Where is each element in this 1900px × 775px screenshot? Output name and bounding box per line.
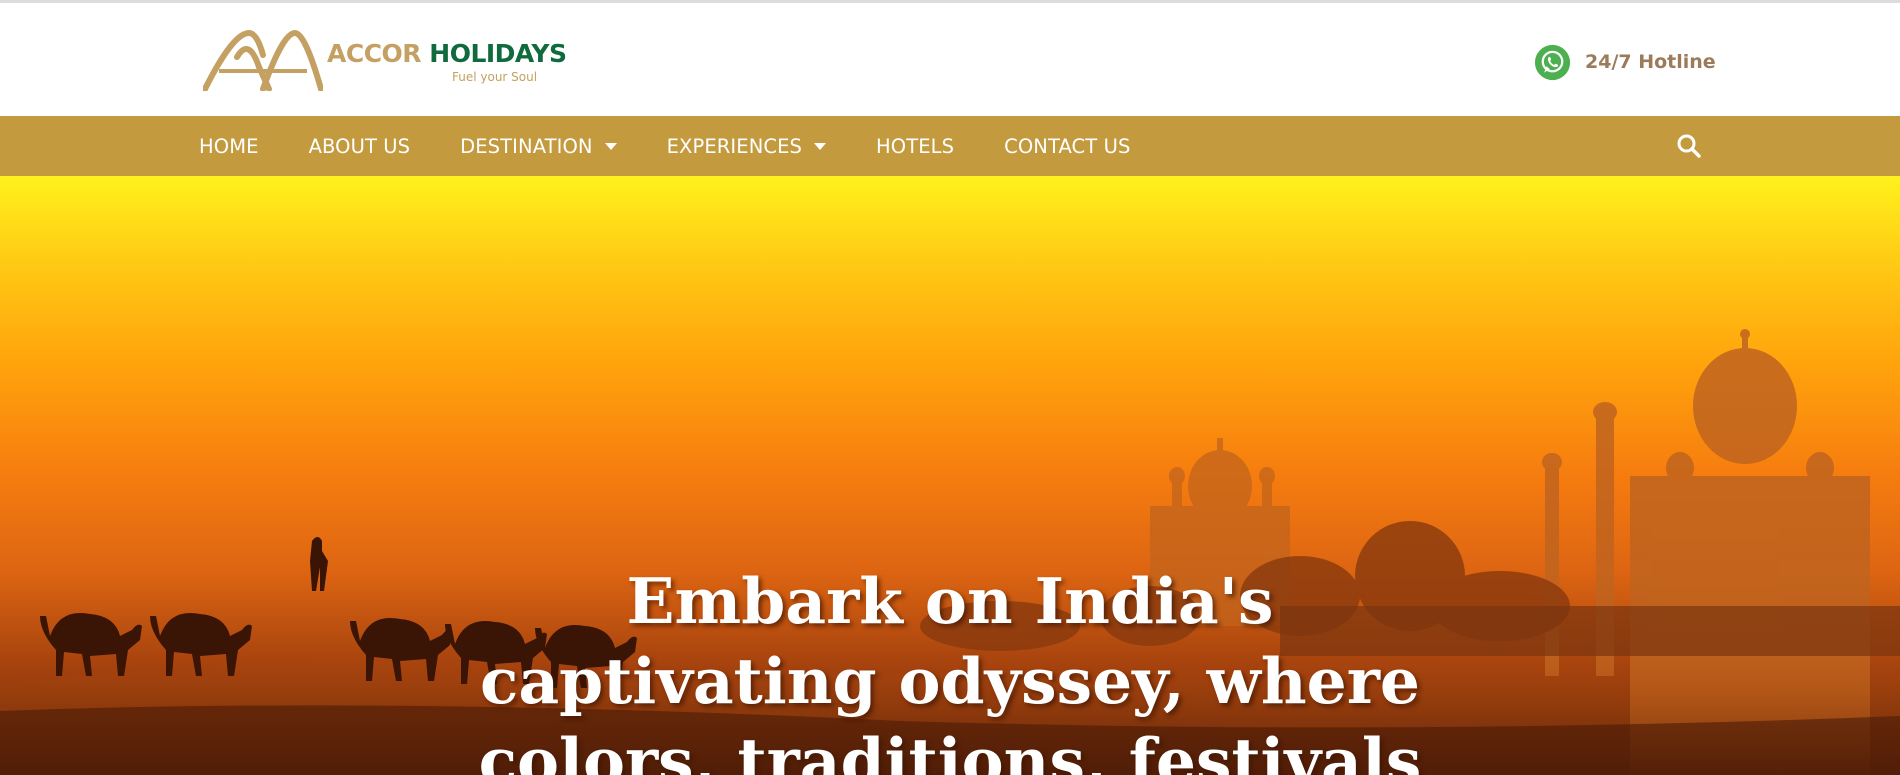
nav-item-destination[interactable]: DESTINATION <box>460 135 617 158</box>
whatsapp-icon <box>1534 44 1571 80</box>
brand-tagline: Fuel your Soul <box>452 70 538 84</box>
hero-banner: Embark on India's captivating odyssey, w… <box>0 176 1900 775</box>
caret-down-icon <box>814 142 827 150</box>
nav-label: DESTINATION <box>460 134 593 158</box>
brand-name-part1: ACCOR <box>327 39 422 68</box>
main-navigation: HOME ABOUT US DESTINATION EXPERIENCES HO… <box>0 116 1900 176</box>
brand-name-part2: HOLIDAYS <box>429 39 567 68</box>
nav-label: EXPERIENCES <box>666 134 803 158</box>
nav-label: CONTACT US <box>1004 134 1131 158</box>
nav-label: ABOUT US <box>308 134 411 158</box>
hero-title: Embark on India's captivating odyssey, w… <box>478 564 1422 775</box>
hotline-link[interactable]: 24/7 Hotline <box>1534 43 1716 81</box>
nav-label: HOME <box>199 134 259 158</box>
search-icon[interactable] <box>1676 133 1702 159</box>
hotline-label: 24/7 Hotline <box>1585 51 1716 73</box>
nav-item-contact-us[interactable]: CONTACT US <box>1004 135 1130 158</box>
caret-down-icon <box>604 142 617 150</box>
brand-name: ACCOR HOLIDAYS <box>327 39 567 69</box>
nav-menu: HOME ABOUT US DESTINATION EXPERIENCES HO… <box>199 116 1180 176</box>
site-logo[interactable]: ACCOR HOLIDAYS Fuel your Soul <box>203 27 567 97</box>
nav-item-experiences[interactable]: EXPERIENCES <box>666 134 827 158</box>
nav-label: HOTELS <box>876 134 955 158</box>
nav-item-home[interactable]: HOME <box>199 135 259 158</box>
site-header: ACCOR HOLIDAYS Fuel your Soul 24/7 Hotli… <box>0 3 1900 116</box>
nav-item-hotels[interactable]: HOTELS <box>876 135 954 158</box>
logo-mark-icon <box>203 29 323 91</box>
nav-item-about-us[interactable]: ABOUT US <box>309 135 411 158</box>
